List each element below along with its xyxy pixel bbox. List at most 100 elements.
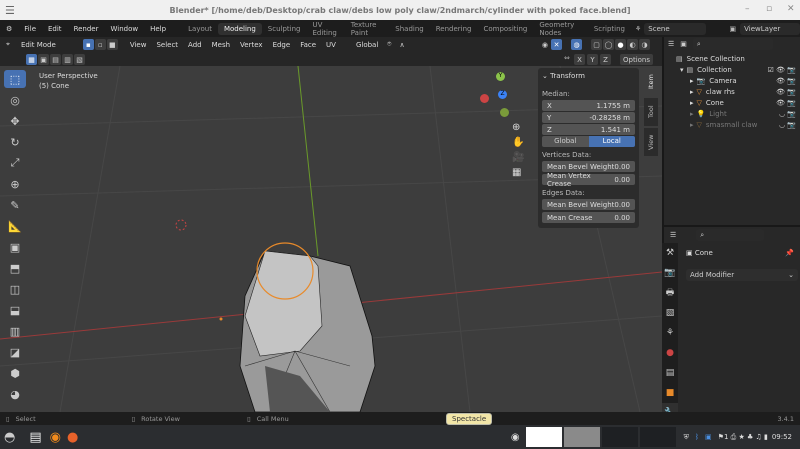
cone-mesh[interactable] — [239, 242, 376, 412]
hamburger-menu-icon[interactable]: ☰ — [5, 4, 15, 17]
minimize-icon[interactable]: – — [745, 4, 750, 14]
render-tab-icon[interactable]: 📷 — [662, 263, 678, 283]
visibility-icons[interactable]: 👁 📷 — [776, 88, 796, 96]
spectacle-icon[interactable]: ◉ — [511, 432, 520, 443]
menu-vertex[interactable]: Vertex — [235, 41, 268, 49]
outliner-search-input[interactable]: ⌕ — [692, 38, 773, 50]
tab-geometry-nodes[interactable]: Geometry Nodes — [533, 19, 588, 39]
mirror-z-button[interactable]: Z — [600, 54, 611, 65]
proportional-edit-icon[interactable]: ∧ — [396, 41, 409, 49]
tab-tool[interactable]: Tool — [644, 98, 658, 126]
outliner-item-light[interactable]: ▸ 💡 Light ◡ 📷 — [664, 108, 800, 119]
clock[interactable]: 09:52 — [772, 433, 792, 441]
edge-crease-field[interactable]: Mean Crease 0.00 — [542, 212, 635, 223]
desktop-thumbnail-3[interactable] — [601, 427, 638, 447]
tool-tab-icon[interactable]: ⚒ — [662, 243, 678, 263]
gizmo-button[interactable]: ✕ — [551, 39, 562, 50]
visibility-icons[interactable]: ◡ 📷 — [779, 121, 796, 129]
app-launcher-icon[interactable]: ◓ — [4, 430, 15, 445]
tab-rendering[interactable]: Rendering — [430, 23, 478, 35]
world-tab-icon[interactable]: ● — [662, 343, 678, 363]
menu-edit[interactable]: Edit — [42, 25, 68, 33]
properties-editor-type-icon[interactable]: ☰ — [670, 231, 676, 239]
menu-add[interactable]: Add — [183, 41, 207, 49]
object-tab-icon[interactable]: ■ — [662, 383, 678, 403]
solid-shading-button[interactable]: ● — [615, 39, 626, 50]
transform-panel-header[interactable]: ⌄ Transform — [542, 72, 585, 80]
menu-window[interactable]: Window — [104, 25, 144, 33]
pin-icon[interactable]: 📌 — [785, 249, 794, 257]
visibility-icons[interactable]: 👁 📷 — [776, 99, 796, 107]
edge-select-button[interactable]: ▫ — [94, 39, 106, 50]
file-manager-icon[interactable]: ▤ — [29, 430, 41, 445]
tab-compositing[interactable]: Compositing — [477, 23, 533, 35]
collection-tab-icon[interactable]: ▤ — [662, 363, 678, 383]
snap-icon[interactable]: ⌾ — [383, 40, 395, 49]
inset-tool-icon[interactable]: ◫ — [4, 280, 26, 298]
firefox-icon[interactable]: ● — [67, 430, 78, 445]
visibility-icons[interactable]: ◡ 📷 — [779, 110, 796, 118]
outliner-item-claw-rhs[interactable]: ▸ ▽ claw rhs 👁 📷 — [664, 86, 800, 97]
select-box-tool-icon[interactable]: ⬚ — [4, 70, 26, 88]
move-tool-icon[interactable]: ✥ — [4, 112, 26, 130]
menu-edge[interactable]: Edge — [268, 41, 296, 49]
scene-tab-icon[interactable]: ⚘ — [662, 323, 678, 343]
tab-sculpting[interactable]: Sculpting — [262, 23, 307, 35]
editor-type-icon[interactable]: ⌖ — [0, 40, 16, 49]
add-cube-tool-icon[interactable]: ▣ — [4, 238, 26, 256]
vertex-bevel-weight-field[interactable]: Mean Bevel Weight 0.00 — [542, 161, 635, 172]
properties-search-input[interactable]: ⌕ — [696, 229, 765, 241]
select-invert-icon[interactable]: ▥ — [62, 54, 73, 65]
menu-file[interactable]: File — [18, 25, 42, 33]
menu-select[interactable]: Select — [151, 41, 183, 49]
menu-view[interactable]: View — [125, 41, 152, 49]
view-layer-icon[interactable]: ▣ — [730, 25, 737, 33]
loop-cut-tool-icon[interactable]: ▥ — [4, 322, 26, 340]
xray-button[interactable]: ▢ — [591, 39, 602, 50]
desktop-thumbnail-1[interactable] — [525, 427, 562, 447]
overlay-button[interactable]: ◍ — [571, 39, 582, 50]
desktop-thumbnail-2[interactable] — [563, 427, 600, 447]
gizmo-x-axis[interactable] — [480, 94, 489, 103]
face-select-button[interactable]: ■ — [106, 39, 118, 50]
outliner-item-smasmall-claw[interactable]: ▸ ▽ smasmall claw ◡ 📷 — [664, 119, 800, 130]
outliner-item-camera[interactable]: ▸ 📷 Camera 👁 📷 — [664, 75, 800, 86]
rendered-shading-button[interactable]: ◑ — [639, 39, 650, 50]
tab-scripting[interactable]: Scripting — [588, 23, 631, 35]
perspective-grid-icon[interactable]: ▦ — [512, 167, 524, 178]
edge-bevel-weight-field[interactable]: Mean Bevel Weight 0.00 — [542, 199, 635, 210]
outliner-filter-icon[interactable]: ▣ — [680, 40, 687, 48]
rotate-tool-icon[interactable]: ↻ — [4, 133, 26, 151]
pan-hand-icon[interactable]: ✋ — [512, 137, 524, 148]
select-new-icon[interactable]: ▦ — [26, 54, 37, 65]
3d-cursor[interactable] — [175, 219, 187, 231]
options-dropdown[interactable]: Options — [620, 54, 654, 65]
outliner-collection[interactable]: ▾ ▤ Collection ☑ 👁 📷 — [664, 64, 800, 75]
tab-shading[interactable]: Shading — [389, 23, 429, 35]
menu-mesh[interactable]: Mesh — [207, 41, 235, 49]
median-x-field[interactable]: X 1.1755 m — [542, 100, 635, 111]
local-toggle[interactable]: Local — [588, 136, 635, 147]
mirror-icon[interactable]: ⇔ — [564, 54, 570, 62]
poly-build-tool-icon[interactable]: ⬢ — [4, 364, 26, 382]
blender-icon[interactable]: ◉ — [50, 430, 61, 445]
view-layer-tab-icon[interactable]: ▧ — [662, 303, 678, 323]
vertex-crease-field[interactable]: Mean Vertex Crease 0.00 — [542, 172, 635, 188]
spin-tool-icon[interactable]: ◕ — [4, 385, 26, 403]
material-shading-button[interactable]: ◐ — [627, 39, 638, 50]
select-extend-icon[interactable]: ▣ — [38, 54, 49, 65]
knife-tool-icon[interactable]: ◪ — [4, 343, 26, 361]
close-icon[interactable]: ✕ — [787, 4, 795, 14]
gizmo-y-axis[interactable]: Y — [496, 72, 505, 81]
cursor-tool-icon[interactable]: ◎ — [4, 91, 26, 109]
menu-uv[interactable]: UV — [321, 41, 341, 49]
blender-logo-icon[interactable]: ⚙ — [0, 25, 18, 33]
menu-render[interactable]: Render — [68, 25, 105, 33]
camera-view-icon[interactable]: 🎥 — [512, 152, 524, 163]
select-subtract-icon[interactable]: ▤ — [50, 54, 61, 65]
median-y-field[interactable]: Y -0.28258 m — [542, 112, 635, 123]
zoom-icon[interactable]: ⊕ — [512, 122, 524, 133]
shield-icon[interactable]: ⛨ — [684, 433, 689, 442]
output-tab-icon[interactable]: 🖶 — [662, 283, 678, 303]
tab-uv-editing[interactable]: UV Editing — [306, 19, 344, 39]
